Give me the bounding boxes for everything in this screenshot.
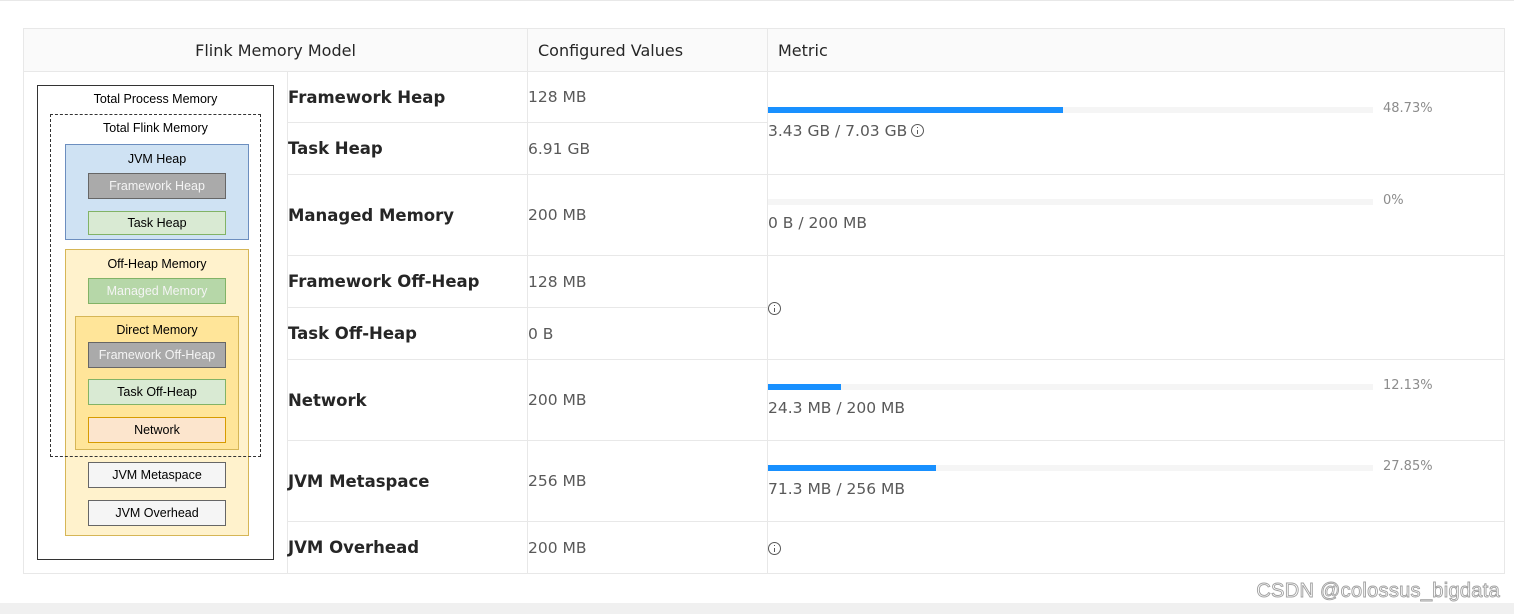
metric-text-network: 24.3 MB / 200 MB [768, 398, 906, 417]
row-label-framework-off-heap: Framework Off-Heap [287, 255, 528, 308]
metric-text-managed: 0 B / 200 MB [768, 213, 868, 232]
memory-model-diagram: Total Process Memory Off-Heap Memory Tot… [24, 72, 288, 573]
row-label-network: Network [287, 359, 528, 441]
header-memory-model: Flink Memory Model [23, 28, 528, 72]
info-icon[interactable] [768, 302, 781, 315]
row-label-task-heap: Task Heap [287, 122, 528, 175]
metric-text-metaspace: 71.3 MB / 256 MB [768, 479, 906, 498]
direct-memory-label: Direct Memory [116, 323, 198, 337]
top-divider [0, 0, 1514, 1]
row-value-network: 200 MB [527, 359, 768, 441]
row-value-framework-heap: 128 MB [527, 71, 768, 123]
memory-model-diagram-cell: Total Process Memory Off-Heap Memory Tot… [23, 71, 288, 574]
metric-managed: 0% 0 B / 200 MB [767, 174, 1505, 256]
network-block: Network [88, 417, 226, 443]
framework-off-heap-block: Framework Off-Heap [88, 342, 226, 368]
row-label-jvm-metaspace: JVM Metaspace [287, 440, 528, 522]
row-label-framework-heap: Framework Heap [287, 71, 528, 123]
info-icon[interactable] [911, 124, 925, 137]
progress-bar-managed: 0% [768, 193, 1404, 208]
total-flink-memory-label: Total Flink Memory [103, 121, 208, 135]
row-value-task-heap: 6.91 GB [527, 122, 768, 175]
progress-bar-metaspace: 27.85% [768, 459, 1433, 474]
metric-network: 12.13% 24.3 MB / 200 MB [767, 359, 1505, 441]
info-icon[interactable] [768, 542, 781, 555]
progress-percent-metaspace: 27.85% [1383, 458, 1433, 474]
row-label-managed-memory: Managed Memory [287, 174, 528, 256]
row-value-task-off-heap: 0 B [527, 307, 768, 360]
progress-percent-network: 12.13% [1383, 377, 1433, 393]
metric-heap: 48.73% 3.43 GB / 7.03 GB [767, 71, 1505, 175]
row-value-jvm-overhead: 200 MB [527, 521, 768, 574]
progress-bar-network: 12.13% [768, 378, 1433, 393]
bottom-strip [0, 603, 1514, 614]
metric-text-heap: 3.43 GB / 7.03 GB [768, 121, 908, 140]
framework-heap-block: Framework Heap [88, 173, 226, 199]
jvm-metaspace-block: JVM Metaspace [88, 462, 226, 488]
metric-off-heap [767, 255, 1505, 360]
progress-fill-heap [768, 106, 1063, 113]
row-value-jvm-metaspace: 256 MB [527, 440, 768, 522]
jvm-overhead-block: JVM Overhead [88, 500, 226, 526]
progress-bar-heap: 48.73% [768, 101, 1433, 116]
progress-fill-metaspace [768, 464, 937, 471]
jvm-heap-label: JVM Heap [127, 152, 187, 166]
total-process-memory-label: Total Process Memory [93, 92, 218, 106]
memory-table: Flink Memory Model Configured Values Met… [23, 28, 1505, 574]
row-value-managed-memory: 200 MB [527, 174, 768, 256]
header-configured-values: Configured Values [527, 28, 768, 72]
managed-memory-block: Managed Memory [88, 278, 226, 304]
task-heap-block: Task Heap [88, 211, 226, 235]
metric-overhead [767, 521, 1505, 574]
row-label-task-off-heap: Task Off-Heap [287, 307, 528, 360]
progress-percent-heap: 48.73% [1383, 100, 1433, 116]
header-metric: Metric [767, 28, 1505, 72]
watermark: CSDN @colossus_bigdata [1256, 580, 1500, 603]
table-header-row: Flink Memory Model Configured Values Met… [23, 28, 1505, 72]
progress-percent-managed: 0% [1383, 192, 1404, 208]
row-label-jvm-overhead: JVM Overhead [287, 521, 528, 574]
task-off-heap-block: Task Off-Heap [88, 379, 226, 405]
progress-fill-network [768, 383, 842, 390]
row-value-framework-off-heap: 128 MB [527, 255, 768, 308]
table-row: Total Process Memory Off-Heap Memory Tot… [23, 71, 1505, 574]
metric-metaspace: 27.85% 71.3 MB / 256 MB [767, 440, 1505, 522]
